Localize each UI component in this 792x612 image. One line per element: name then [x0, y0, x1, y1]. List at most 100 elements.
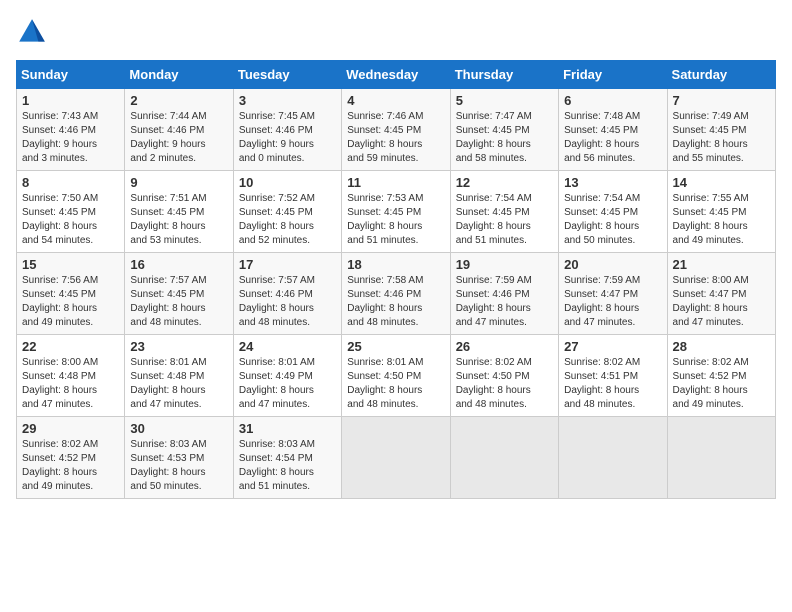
day-number: 5 — [456, 93, 553, 108]
day-number: 15 — [22, 257, 119, 272]
day-number: 28 — [673, 339, 770, 354]
week-row-4: 29 Sunrise: 8:02 AM Sunset: 4:52 PM Dayli… — [17, 417, 776, 499]
week-row-2: 15 Sunrise: 7:56 AM Sunset: 4:45 PM Dayli… — [17, 253, 776, 335]
header-cell-sunday: Sunday — [17, 61, 125, 89]
day-cell — [450, 417, 558, 499]
day-info: Sunrise: 8:01 AM Sunset: 4:48 PM Dayligh… — [130, 356, 227, 412]
day-info: Sunrise: 7:44 AM Sunset: 4:46 PM Dayligh… — [130, 110, 227, 166]
day-cell: 21Sunrise: 8:00 AM Sunset: 4:47 PM Dayli… — [667, 253, 775, 335]
day-cell: 6 Sunrise: 7:48 AM Sunset: 4:45 PM Daylig… — [559, 89, 667, 171]
day-number: 20 — [564, 257, 661, 272]
day-info: Sunrise: 8:02 AM Sunset: 4:51 PM Dayligh… — [564, 356, 661, 412]
week-row-0: 1Sunrise: 7:43 AM Sunset: 4:46 PM Daylig… — [17, 89, 776, 171]
day-info: Sunrise: 8:01 AM Sunset: 4:49 PM Dayligh… — [239, 356, 336, 412]
day-cell: 18Sunrise: 7:58 AM Sunset: 4:46 PM Dayli… — [342, 253, 450, 335]
day-info: Sunrise: 7:59 AM Sunset: 4:47 PM Dayligh… — [564, 274, 661, 330]
day-number: 19 — [456, 257, 553, 272]
day-cell: 14 Sunrise: 7:55 AM Sunset: 4:45 PM Dayli… — [667, 171, 775, 253]
day-cell: 28 Sunrise: 8:02 AM Sunset: 4:52 PM Dayli… — [667, 335, 775, 417]
day-info: Sunrise: 8:01 AM Sunset: 4:50 PM Dayligh… — [347, 356, 444, 412]
day-number: 14 — [673, 175, 770, 190]
day-cell: 30 Sunrise: 8:03 AM Sunset: 4:53 PM Dayli… — [125, 417, 233, 499]
day-number: 29 — [22, 421, 119, 436]
day-info: Sunrise: 8:02 AM Sunset: 4:50 PM Dayligh… — [456, 356, 553, 412]
day-info: Sunrise: 7:54 AM Sunset: 4:45 PM Dayligh… — [456, 192, 553, 248]
day-cell: 22 Sunrise: 8:00 AM Sunset: 4:48 PM Dayli… — [17, 335, 125, 417]
day-cell: 10 Sunrise: 7:52 AM Sunset: 4:45 PM Dayli… — [233, 171, 341, 253]
header-cell-thursday: Thursday — [450, 61, 558, 89]
day-info: Sunrise: 7:52 AM Sunset: 4:45 PM Dayligh… — [239, 192, 336, 248]
day-cell: 27 Sunrise: 8:02 AM Sunset: 4:51 PM Dayli… — [559, 335, 667, 417]
day-cell: 7Sunrise: 7:49 AM Sunset: 4:45 PM Daylig… — [667, 89, 775, 171]
day-cell: 29 Sunrise: 8:02 AM Sunset: 4:52 PM Dayli… — [17, 417, 125, 499]
day-cell — [559, 417, 667, 499]
header-cell-wednesday: Wednesday — [342, 61, 450, 89]
day-info: Sunrise: 8:00 AM Sunset: 4:47 PM Dayligh… — [673, 274, 770, 330]
day-number: 31 — [239, 421, 336, 436]
day-info: Sunrise: 7:46 AM Sunset: 4:45 PM Dayligh… — [347, 110, 444, 166]
page-header — [16, 16, 776, 48]
day-info: Sunrise: 7:57 AM Sunset: 4:45 PM Dayligh… — [130, 274, 227, 330]
day-info: Sunrise: 7:45 AM Sunset: 4:46 PM Dayligh… — [239, 110, 336, 166]
day-cell: 25 Sunrise: 8:01 AM Sunset: 4:50 PM Dayli… — [342, 335, 450, 417]
day-cell: 3 Sunrise: 7:45 AM Sunset: 4:46 PM Daylig… — [233, 89, 341, 171]
day-number: 7 — [673, 93, 770, 108]
day-number: 6 — [564, 93, 661, 108]
day-info: Sunrise: 7:43 AM Sunset: 4:46 PM Dayligh… — [22, 110, 119, 166]
day-cell: 2 Sunrise: 7:44 AM Sunset: 4:46 PM Daylig… — [125, 89, 233, 171]
day-cell: 17 Sunrise: 7:57 AM Sunset: 4:46 PM Dayli… — [233, 253, 341, 335]
day-cell: 5 Sunrise: 7:47 AM Sunset: 4:45 PM Daylig… — [450, 89, 558, 171]
day-info: Sunrise: 7:55 AM Sunset: 4:45 PM Dayligh… — [673, 192, 770, 248]
day-cell: 8 Sunrise: 7:50 AM Sunset: 4:45 PM Daylig… — [17, 171, 125, 253]
day-cell: 26 Sunrise: 8:02 AM Sunset: 4:50 PM Dayli… — [450, 335, 558, 417]
day-info: Sunrise: 7:57 AM Sunset: 4:46 PM Dayligh… — [239, 274, 336, 330]
day-cell: 16 Sunrise: 7:57 AM Sunset: 4:45 PM Dayli… — [125, 253, 233, 335]
day-number: 24 — [239, 339, 336, 354]
day-number: 26 — [456, 339, 553, 354]
week-row-3: 22 Sunrise: 8:00 AM Sunset: 4:48 PM Dayli… — [17, 335, 776, 417]
week-row-1: 8 Sunrise: 7:50 AM Sunset: 4:45 PM Daylig… — [17, 171, 776, 253]
day-info: Sunrise: 8:02 AM Sunset: 4:52 PM Dayligh… — [673, 356, 770, 412]
day-number: 30 — [130, 421, 227, 436]
day-number: 17 — [239, 257, 336, 272]
day-cell: 23 Sunrise: 8:01 AM Sunset: 4:48 PM Dayli… — [125, 335, 233, 417]
header-cell-saturday: Saturday — [667, 61, 775, 89]
day-info: Sunrise: 8:03 AM Sunset: 4:54 PM Dayligh… — [239, 438, 336, 494]
day-cell: 15 Sunrise: 7:56 AM Sunset: 4:45 PM Dayli… — [17, 253, 125, 335]
day-cell: 1Sunrise: 7:43 AM Sunset: 4:46 PM Daylig… — [17, 89, 125, 171]
day-number: 2 — [130, 93, 227, 108]
day-info: Sunrise: 7:56 AM Sunset: 4:45 PM Dayligh… — [22, 274, 119, 330]
day-number: 22 — [22, 339, 119, 354]
day-info: Sunrise: 8:00 AM Sunset: 4:48 PM Dayligh… — [22, 356, 119, 412]
day-info: Sunrise: 7:47 AM Sunset: 4:45 PM Dayligh… — [456, 110, 553, 166]
day-info: Sunrise: 8:03 AM Sunset: 4:53 PM Dayligh… — [130, 438, 227, 494]
day-number: 18 — [347, 257, 444, 272]
day-cell: 20 Sunrise: 7:59 AM Sunset: 4:47 PM Dayli… — [559, 253, 667, 335]
day-cell — [667, 417, 775, 499]
day-cell: 11Sunrise: 7:53 AM Sunset: 4:45 PM Dayli… — [342, 171, 450, 253]
day-number: 4 — [347, 93, 444, 108]
day-number: 3 — [239, 93, 336, 108]
header-row: SundayMondayTuesdayWednesdayThursdayFrid… — [17, 61, 776, 89]
header-cell-friday: Friday — [559, 61, 667, 89]
day-cell: 24 Sunrise: 8:01 AM Sunset: 4:49 PM Dayli… — [233, 335, 341, 417]
day-info: Sunrise: 7:50 AM Sunset: 4:45 PM Dayligh… — [22, 192, 119, 248]
day-cell: 31 Sunrise: 8:03 AM Sunset: 4:54 PM Dayli… — [233, 417, 341, 499]
day-number: 16 — [130, 257, 227, 272]
day-number: 23 — [130, 339, 227, 354]
day-info: Sunrise: 7:53 AM Sunset: 4:45 PM Dayligh… — [347, 192, 444, 248]
day-number: 25 — [347, 339, 444, 354]
day-info: Sunrise: 8:02 AM Sunset: 4:52 PM Dayligh… — [22, 438, 119, 494]
day-number: 8 — [22, 175, 119, 190]
day-info: Sunrise: 7:51 AM Sunset: 4:45 PM Dayligh… — [130, 192, 227, 248]
day-cell — [342, 417, 450, 499]
day-cell: 19Sunrise: 7:59 AM Sunset: 4:46 PM Dayli… — [450, 253, 558, 335]
day-number: 10 — [239, 175, 336, 190]
day-info: Sunrise: 7:54 AM Sunset: 4:45 PM Dayligh… — [564, 192, 661, 248]
header-cell-tuesday: Tuesday — [233, 61, 341, 89]
day-number: 27 — [564, 339, 661, 354]
day-number: 13 — [564, 175, 661, 190]
day-info: Sunrise: 7:48 AM Sunset: 4:45 PM Dayligh… — [564, 110, 661, 166]
header-cell-monday: Monday — [125, 61, 233, 89]
day-cell: 4 Sunrise: 7:46 AM Sunset: 4:45 PM Daylig… — [342, 89, 450, 171]
